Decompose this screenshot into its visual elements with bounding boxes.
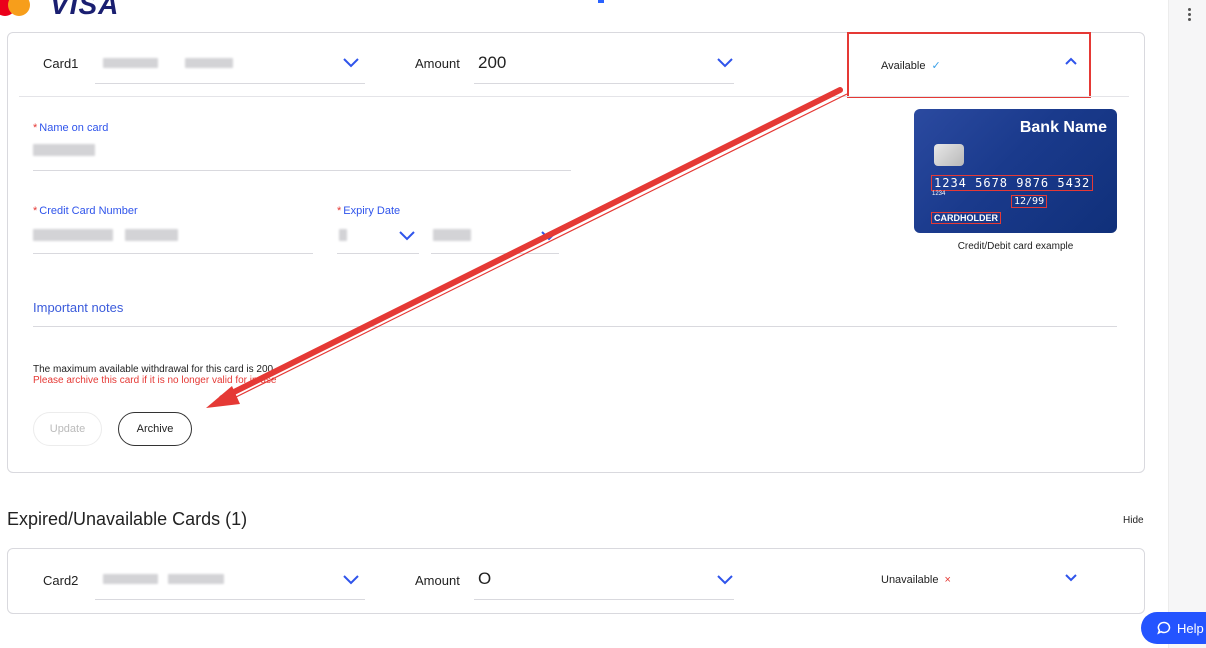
expired-card-status: Unavailable ×: [881, 574, 951, 586]
chat-bubble-icon: [1157, 621, 1171, 635]
expired-amount-chevron-down-icon[interactable]: [717, 575, 733, 585]
expired-card-value-redacted: [103, 574, 158, 584]
expired-cards-heading: Expired/Unavailable Cards (1): [7, 509, 248, 529]
hide-expired-link[interactable]: Hide: [1123, 515, 1144, 526]
help-label: Help: [1177, 620, 1204, 636]
status-x-icon: ×: [944, 574, 951, 586]
expired-card-label: Card2: [43, 573, 79, 588]
expired-amount-underline: [474, 599, 734, 600]
expired-amount-value: O: [478, 569, 492, 588]
expand-chevron-down-icon[interactable]: [1065, 574, 1077, 582]
expired-card-chevron-down-icon[interactable]: [343, 575, 359, 585]
help-button[interactable]: Help: [1141, 612, 1206, 644]
expired-amount-label: Amount: [415, 573, 460, 588]
status-unavailable-label: Unavailable: [881, 574, 939, 586]
expired-card-value-redacted-2: [168, 574, 224, 584]
expired-card-underline: [95, 599, 365, 600]
